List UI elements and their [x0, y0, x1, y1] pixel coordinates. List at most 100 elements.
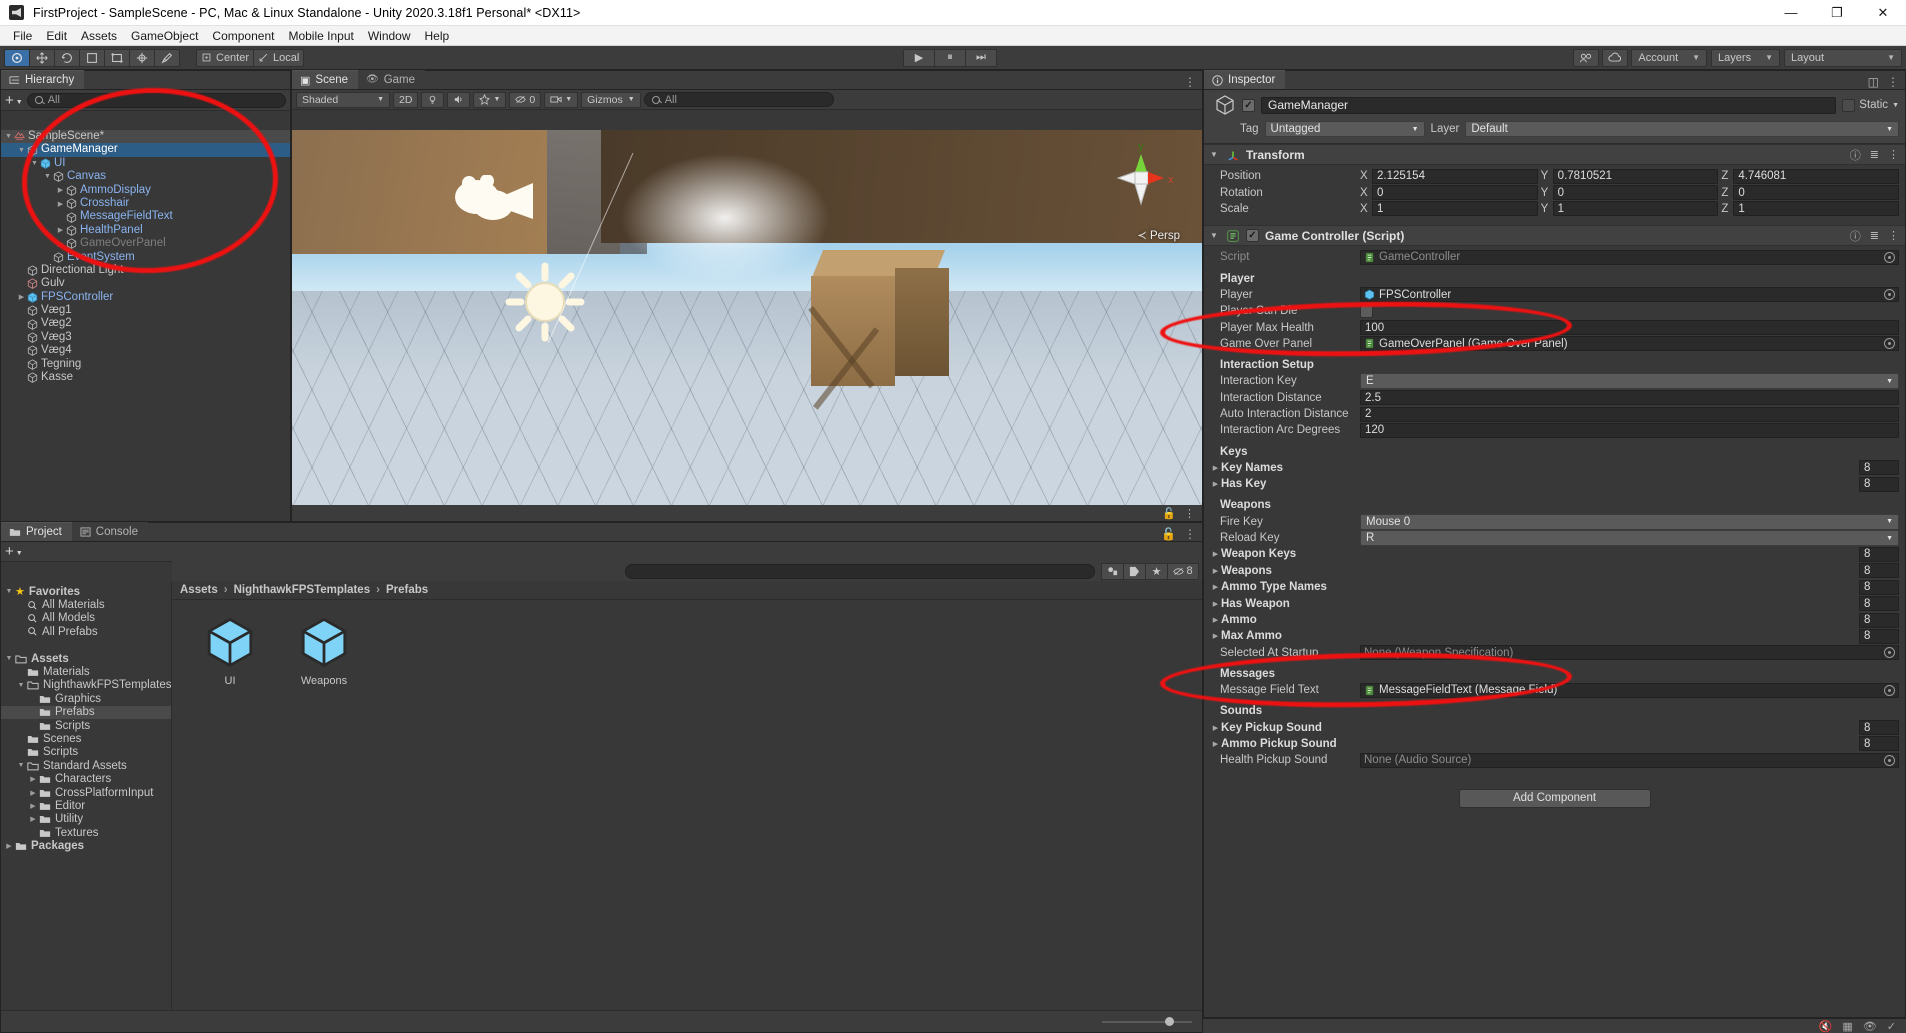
- project-tree-item-all-models[interactable]: All Models: [1, 612, 171, 625]
- hierarchy-item-v-g4[interactable]: Væg4: [1, 344, 290, 357]
- chevron-down-icon[interactable]: ▼: [3, 588, 15, 595]
- scene-projection-label[interactable]: ≺ Persp: [1137, 228, 1180, 242]
- step-button[interactable]: ⏭: [965, 48, 997, 67]
- static-checkbox[interactable]: [1842, 98, 1856, 112]
- hierarchy-tree[interactable]: ▼ SampleScene* ▼ GameManager ▼ UI ▼ Canvas ▶ Ammo…: [1, 130, 290, 521]
- rotation-z-input[interactable]: 0: [1733, 185, 1900, 201]
- project-tree-item-all-prefabs[interactable]: All Prefabs: [1, 625, 171, 638]
- project-tree-item-scenes[interactable]: Scenes: [1, 732, 171, 745]
- rotate-tool-button[interactable]: [54, 48, 80, 67]
- array-row-weapon-keys[interactable]: ▶ Weapon Keys 8: [1210, 546, 1899, 562]
- play-button[interactable]: ▶: [903, 48, 935, 67]
- eye-status-icon[interactable]: 👁: [1863, 1020, 1877, 1033]
- array-row-ammo-type-names[interactable]: ▶ Ammo Type Names 8: [1210, 579, 1899, 595]
- chevron-right-icon[interactable]: ▶: [1210, 616, 1221, 624]
- chevron-right-icon[interactable]: ▶: [1210, 583, 1221, 591]
- breadcrumb-item-assets[interactable]: Assets: [180, 584, 218, 596]
- project-lock-icon[interactable]: 🔓: [1161, 527, 1176, 541]
- array-size-input[interactable]: 8: [1859, 563, 1899, 579]
- toggle-2d-button[interactable]: 2D: [393, 91, 419, 108]
- hierarchy-item-gamemanager[interactable]: ▼ GameManager: [1, 143, 290, 157]
- asset-grid[interactable]: UI Weapons: [172, 600, 1202, 1010]
- hierarchy-item-messagefieldtext[interactable]: MessageFieldText: [1, 210, 290, 223]
- rotation-y-input[interactable]: 0: [1552, 185, 1719, 201]
- object-field-selected-at-startup[interactable]: None (Weapon Specification): [1360, 645, 1899, 661]
- menu-item-component[interactable]: Component: [205, 26, 281, 46]
- scene-viewport[interactable]: y x ≺ Persp: [292, 130, 1202, 505]
- filter-by-label-button[interactable]: [1123, 562, 1146, 580]
- chevron-down-icon[interactable]: ▼: [15, 682, 27, 689]
- audio-toggle-button[interactable]: [447, 91, 471, 108]
- position-z-input[interactable]: 4.746081: [1733, 168, 1900, 184]
- chevron-down-icon[interactable]: ▼: [3, 133, 14, 140]
- array-row-ammo-pickup-sound[interactable]: ▶ Ammo Pickup Sound 8: [1210, 736, 1899, 752]
- project-tree-item-crossplatforminput[interactable]: ▶ CrossPlatformInput: [1, 786, 171, 799]
- game-controller-enabled-checkbox[interactable]: ✓: [1246, 229, 1259, 243]
- pivot-rotation-button[interactable]: Local: [253, 48, 305, 67]
- array-size-input[interactable]: 8: [1859, 579, 1899, 595]
- array-row-has-weapon[interactable]: ▶ Has Weapon 8: [1210, 595, 1899, 612]
- project-tree-item-packages[interactable]: ▶ Packages: [1, 839, 171, 852]
- project-add-button[interactable]: + ▼: [5, 543, 23, 560]
- minimize-button[interactable]: —: [1768, 0, 1814, 26]
- hierarchy-item-crosshair[interactable]: ▶ Crosshair: [1, 197, 290, 210]
- gizmos-dropdown[interactable]: Gizmos ▼: [581, 91, 641, 108]
- tab-console[interactable]: Console: [71, 522, 148, 541]
- scene-visibility-button[interactable]: 0: [509, 91, 542, 108]
- array-size-input[interactable]: 8: [1859, 720, 1899, 736]
- maximize-button[interactable]: ❐: [1814, 0, 1860, 26]
- chevron-right-icon[interactable]: ▶: [1210, 464, 1221, 472]
- inspector-options-menu[interactable]: ⋮: [1887, 75, 1899, 89]
- hierarchy-item-ammodisplay[interactable]: ▶ AmmoDisplay: [1, 184, 290, 197]
- mute-audio-icon[interactable]: 🔇: [1819, 1020, 1833, 1033]
- cloud-button[interactable]: [1602, 48, 1629, 67]
- hierarchy-item-tegning[interactable]: Tegning: [1, 358, 290, 371]
- chevron-right-icon[interactable]: ▶: [27, 802, 39, 810]
- help-icon[interactable]: ⓘ: [1850, 228, 1861, 244]
- add-component-button[interactable]: Add Component: [1458, 788, 1651, 808]
- help-icon[interactable]: ⓘ: [1850, 147, 1861, 163]
- array-row-key-pickup-sound[interactable]: ▶ Key Pickup Sound 8: [1210, 719, 1899, 736]
- gameobject-name-input[interactable]: GameManager: [1261, 96, 1837, 114]
- project-tree-item-scripts[interactable]: Scripts: [1, 746, 171, 759]
- project-tree-item-scripts[interactable]: Scripts: [1, 719, 171, 732]
- hand-tool-button[interactable]: [4, 48, 30, 67]
- menu-item-file[interactable]: File: [6, 26, 39, 46]
- menu-item-assets[interactable]: Assets: [74, 26, 124, 46]
- static-toggle[interactable]: Static ▼: [1842, 98, 1899, 112]
- menu-item-help[interactable]: Help: [418, 26, 457, 46]
- project-tree-item-characters[interactable]: ▶ Characters: [1, 772, 171, 785]
- object-field-message-field-text[interactable]: MessageFieldText (Message Field): [1360, 682, 1899, 698]
- scene-axis-gizmo[interactable]: y x: [1102, 138, 1180, 216]
- object-picker-icon[interactable]: [1884, 684, 1895, 696]
- dropdown-reload-key[interactable]: R ▼: [1360, 530, 1899, 547]
- menu-item-edit[interactable]: Edit: [39, 26, 74, 46]
- preset-icon[interactable]: ≣: [1870, 148, 1879, 161]
- close-button[interactable]: ✕: [1860, 0, 1906, 26]
- chevron-down-icon[interactable]: ▼: [15, 762, 27, 769]
- chevron-right-icon[interactable]: ▶: [27, 789, 39, 797]
- project-tree-item-favorites[interactable]: ▼ ★ Favorites: [1, 585, 171, 599]
- project-folder-tree[interactable]: ▼ ★ Favorites All Materials All Models All Pr…: [1, 581, 172, 1010]
- custom-tool-button[interactable]: [154, 48, 180, 67]
- pivot-mode-button[interactable]: Center: [196, 48, 255, 67]
- crate-object[interactable]: [807, 250, 951, 410]
- chevron-down-icon[interactable]: ▼: [3, 655, 15, 662]
- hierarchy-item-v-g3[interactable]: Væg3: [1, 331, 290, 344]
- chevron-right-icon[interactable]: ▶: [55, 200, 66, 208]
- chevron-down-icon[interactable]: ▼: [1210, 150, 1220, 159]
- hierarchy-item-samplescene-[interactable]: ▼ SampleScene*: [1, 130, 290, 144]
- project-tree-item-standard-assets[interactable]: ▼ Standard Assets: [1, 759, 171, 772]
- project-search-input[interactable]: [625, 563, 1095, 579]
- hierarchy-item-eventsystem[interactable]: EventSystem: [1, 251, 290, 264]
- gameobject-enabled-checkbox[interactable]: ✓: [1242, 98, 1255, 112]
- project-tree-item-prefabs[interactable]: Prefabs: [1, 705, 171, 719]
- array-size-input[interactable]: 8: [1859, 736, 1899, 752]
- chevron-right-icon[interactable]: ▶: [55, 240, 66, 248]
- menu-item-window[interactable]: Window: [361, 26, 418, 46]
- object-field-health-pickup-sound[interactable]: None (Audio Source): [1360, 752, 1899, 768]
- scale-z-input[interactable]: 1: [1733, 201, 1900, 217]
- hierarchy-item-v-g2[interactable]: Væg2: [1, 317, 290, 330]
- object-picker-icon[interactable]: [1884, 289, 1895, 301]
- hierarchy-item-healthpanel[interactable]: ▶ HealthPanel: [1, 224, 290, 237]
